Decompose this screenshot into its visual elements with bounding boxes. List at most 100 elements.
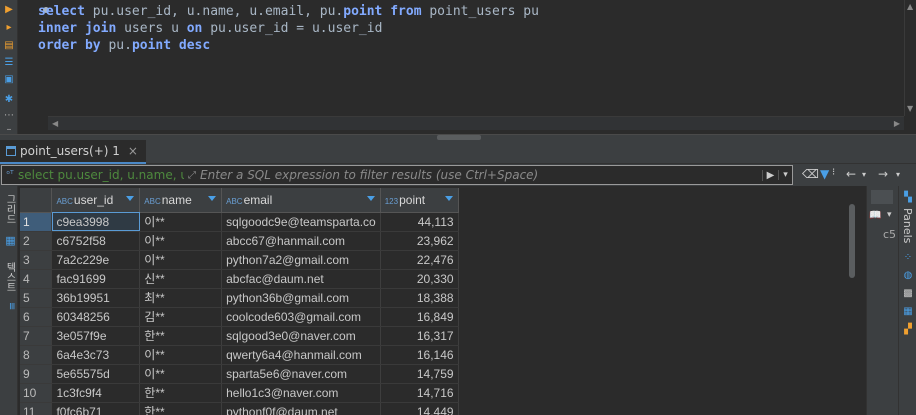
grid-view-icon[interactable]: ▦ <box>1 234 17 247</box>
sql-code[interactable]: select pu.user_id, u.name, u.email, pu.p… <box>38 3 539 54</box>
scrollbar-thumb[interactable] <box>849 204 855 278</box>
terminal-icon[interactable]: ▣ <box>3 74 15 86</box>
cell-email[interactable]: python36b@gmail.com <box>221 288 381 308</box>
expand-icon[interactable]: ⤢ <box>184 170 200 181</box>
cell-user-id[interactable]: fac91699 <box>51 269 141 289</box>
table-row[interactable]: 3 7a2c229e 이** python7a2@gmail.com 22,476 <box>20 250 846 270</box>
sort-icon[interactable] <box>208 196 217 201</box>
sort-icon[interactable] <box>366 196 375 201</box>
cell-point[interactable]: 14,716 <box>380 383 459 403</box>
cell-email[interactable]: python7a2@gmail.com <box>221 250 381 270</box>
grid-vertical-scrollbar[interactable] <box>848 188 856 415</box>
table-row[interactable]: 5 36b19951 최** python36b@gmail.com 18,388 <box>20 288 846 308</box>
cell-email[interactable]: qwerty6a4@hanmail.com <box>221 345 381 365</box>
cell-name[interactable]: 최** <box>139 288 223 308</box>
code-line[interactable]: select pu.user_id, u.name, u.email, pu.p… <box>38 3 539 20</box>
forward-arrow-icon[interactable]: → <box>878 167 888 181</box>
cell-email[interactable]: abcc67@hanmail.com <box>221 231 381 251</box>
cell-point[interactable]: 16,849 <box>380 307 459 327</box>
tab-point-users[interactable]: point_users(+) 1 × <box>0 140 146 164</box>
filter-history-dropdown[interactable]: ▾ <box>778 170 792 180</box>
cell-user-id[interactable]: f0fc6b71 <box>51 402 141 415</box>
cell-email[interactable]: sqlgoodc9e@teamsparta.co <box>221 212 381 232</box>
text-view-icon[interactable]: ≡ <box>1 302 17 310</box>
row-number[interactable]: 7 <box>20 326 53 346</box>
results-grid[interactable]: ABCuser_id ABCname ABCemail 123point 1 c9… <box>20 188 846 415</box>
row-number[interactable]: 9 <box>20 364 53 384</box>
code-line[interactable]: order by pu.point desc <box>38 37 539 54</box>
table-row[interactable]: 8 6a4e3c73 이** qwerty6a4@hanmail.com 16,146 <box>20 345 846 365</box>
row-number[interactable]: 6 <box>20 307 53 327</box>
cell-name[interactable]: 신** <box>139 269 223 289</box>
row-number[interactable]: 3 <box>20 250 53 270</box>
filter-box[interactable]: ᵒᵀ select pu.user_id, u.name, u.en ⤢ ▶ ▾ <box>1 165 793 185</box>
filter-input[interactable] <box>200 168 762 182</box>
cell-point[interactable]: 14,759 <box>380 364 459 384</box>
row-number[interactable]: 2 <box>20 231 53 251</box>
tab-grid[interactable]: 그리드 <box>1 194 17 224</box>
cell-email[interactable]: abcfac@daum.net <box>221 269 381 289</box>
editor-horizontal-scrollbar[interactable]: ◀ ▶ <box>48 116 904 130</box>
grid-dots-icon[interactable]: ⁘ <box>902 252 914 264</box>
table-row[interactable]: 4 fac91699 신** abcfac@daum.net 20,330 <box>20 269 846 289</box>
cell-user-id[interactable]: c9ea3998 <box>51 212 141 232</box>
filter-options-icon[interactable]: ⁝ <box>832 167 835 178</box>
more-icon[interactable]: ⋯ <box>3 110 15 122</box>
cell-name[interactable]: 이** <box>139 212 223 232</box>
cell-user-id[interactable]: 3e057f9e <box>51 326 141 346</box>
row-number[interactable]: 5 <box>20 288 53 308</box>
scroll-up-icon[interactable]: ▲ <box>907 2 913 11</box>
tab-text[interactable]: 텍스트 <box>1 262 17 292</box>
grid-corner[interactable] <box>20 188 53 213</box>
cell-name[interactable]: 김** <box>139 307 223 327</box>
execute-statement-icon[interactable]: ▶ <box>3 4 15 16</box>
filter-funnel-icon[interactable]: ▼ <box>820 167 829 181</box>
table-row[interactable]: 7 3e057f9e 한** sqlgood3e0@naver.com 16,317 <box>20 326 846 346</box>
cell-point[interactable]: 14,449 <box>380 402 459 415</box>
sort-icon[interactable] <box>126 196 135 201</box>
dropdown-icon[interactable]: ▾ <box>887 210 892 220</box>
sort-icon[interactable] <box>444 196 453 201</box>
row-number[interactable]: 1 <box>20 212 53 232</box>
execute-script-icon[interactable]: ▤ <box>3 40 15 52</box>
cell-point[interactable]: 18,388 <box>380 288 459 308</box>
row-number[interactable]: 8 <box>20 345 53 365</box>
eraser-icon[interactable]: ⌫ <box>802 167 819 181</box>
cell-user-id[interactable]: 7a2c229e <box>51 250 141 270</box>
cell-user-id[interactable]: 36b19951 <box>51 288 141 308</box>
cell-point[interactable]: 22,476 <box>380 250 459 270</box>
table-row[interactable]: 11 f0fc6b71 한** pythonf0f@daum.net 14,449 <box>20 402 846 415</box>
settings-gear-icon[interactable]: ✱ <box>3 94 15 106</box>
cell-email[interactable]: sqlgood3e0@naver.com <box>221 326 381 346</box>
cell-point[interactable]: 16,317 <box>380 326 459 346</box>
cell-point[interactable]: 44,113 <box>380 212 459 232</box>
explain-plan-icon[interactable]: ☰ <box>3 57 15 69</box>
code-line[interactable]: inner join users u on pu.user_id = u.use… <box>38 20 539 37</box>
close-icon[interactable]: × <box>128 144 138 158</box>
panels-icon[interactable]: ▚ <box>902 192 914 204</box>
execute-in-new-tab-icon[interactable]: ▸ <box>3 22 15 34</box>
table-row[interactable]: 2 c6752f58 이** abcc67@hanmail.com 23,962 <box>20 231 846 251</box>
sql-editor[interactable]: ▶ ▸ ▤ ☰ ▣ ✱ ⋯ – select pu.user_id, u.nam… <box>0 0 916 135</box>
cell-name[interactable]: 이** <box>139 231 223 251</box>
cell-point[interactable]: 20,330 <box>380 269 459 289</box>
table-row[interactable]: 1 c9ea3998 이** sqlgoodc9e@teamsparta.co 44,1… <box>20 212 846 232</box>
cell-name[interactable]: 한** <box>139 326 223 346</box>
scroll-right-icon[interactable]: ▶ <box>894 119 900 128</box>
cell-user-id[interactable]: 5e65575d <box>51 364 141 384</box>
cell-email[interactable]: pythonf0f@daum.net <box>221 402 381 415</box>
column-header-name[interactable]: ABCname <box>139 188 223 213</box>
cell-email[interactable]: coolcode603@gmail.com <box>221 307 381 327</box>
row-number[interactable]: 10 <box>20 383 53 403</box>
table-row[interactable]: 9 5e65575d 이** sparta5e6@naver.com 14,759 <box>20 364 846 384</box>
column-header-user-id[interactable]: ABCuser_id <box>51 188 141 213</box>
cell-name[interactable]: 이** <box>139 345 223 365</box>
cell-name[interactable]: 이** <box>139 364 223 384</box>
panels-tab[interactable]: Panels <box>901 208 914 243</box>
back-arrow-icon[interactable]: ← <box>846 167 856 181</box>
forward-dropdown-icon[interactable]: ▾ <box>896 170 900 179</box>
column-header-point[interactable]: 123point <box>380 188 459 213</box>
cell-name[interactable]: 이** <box>139 250 223 270</box>
layout-icon[interactable]: ▞ <box>902 324 914 336</box>
column-header-email[interactable]: ABCemail <box>221 188 381 213</box>
